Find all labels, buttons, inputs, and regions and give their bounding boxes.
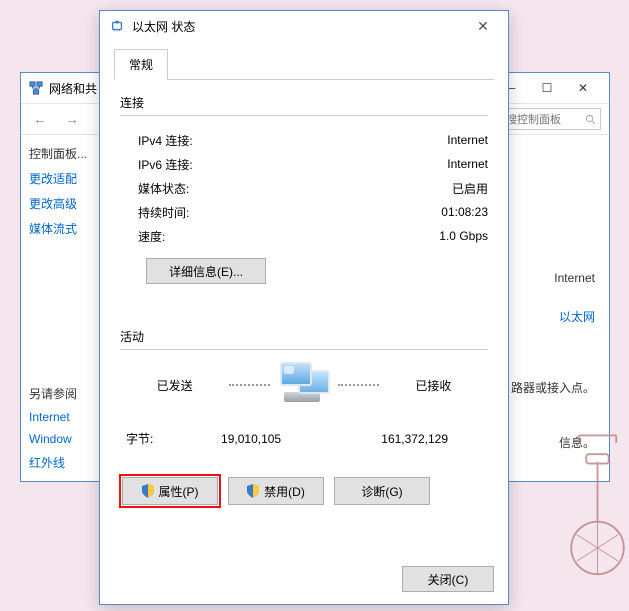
sidebar-change-adapter[interactable]: 更改适配 [29, 170, 102, 187]
bicycle-decoration [560, 421, 629, 581]
ipv6-label: IPv6 连接: [138, 156, 193, 173]
connection-section-label: 连接 [120, 94, 488, 111]
divider [120, 115, 488, 116]
ethernet-status-dialog: 以太网 状态 ✕ 常规 连接 IPv4 连接: Internet IPv6 连接… [99, 10, 509, 605]
close-button[interactable]: 关闭(C) [402, 566, 494, 592]
properties-button-label: 属性(P) [159, 483, 199, 500]
activity-line-left [229, 384, 269, 386]
media-row: 媒体状态: 已启用 [120, 176, 488, 200]
speed-label: 速度: [138, 228, 165, 245]
sidebar-media-streaming[interactable]: 媒体流式 [29, 220, 102, 237]
duration-row: 持续时间: 01:08:23 [120, 200, 488, 224]
ipv4-value: Internet [447, 133, 488, 147]
sidebar-internet-options[interactable]: Internet [29, 410, 102, 424]
media-label: 媒体状态: [138, 180, 189, 197]
nav-back-icon[interactable]: ← [33, 111, 47, 127]
received-label: 已接收 [385, 377, 482, 394]
disable-button[interactable]: 禁用(D) [228, 477, 324, 505]
duration-label: 持续时间: [138, 204, 189, 221]
network-icon [29, 81, 43, 95]
diagnose-button-label: 诊断(G) [361, 483, 402, 500]
sidebar-control-panel-home[interactable]: 控制面板... [29, 145, 102, 162]
sidebar-change-advanced[interactable]: 更改高级 [29, 195, 102, 212]
bg-search-placeholder: 搜控制面板 [506, 111, 561, 127]
bg-search-box[interactable]: 搜控制面板 [501, 108, 601, 130]
sent-label: 已发送 [126, 377, 223, 394]
sidebar-windows-firewall[interactable]: Window [29, 432, 102, 446]
properties-button[interactable]: 属性(P) [122, 477, 218, 505]
shield-icon [142, 484, 154, 498]
ipv4-label: IPv4 连接: [138, 132, 193, 149]
sidebar-see-also: 另请参阅 [29, 385, 102, 402]
bg-close-button[interactable]: ✕ [565, 76, 601, 100]
dlg-title-text: 以太网 状态 [132, 18, 195, 35]
shield-icon [247, 484, 259, 498]
bytes-sent-value: 19,010,105 [184, 432, 319, 446]
ipv6-row: IPv6 连接: Internet [120, 152, 488, 176]
bg-maximize-button[interactable]: ☐ [529, 76, 565, 100]
speed-value: 1.0 Gbps [439, 229, 488, 243]
disable-button-label: 禁用(D) [264, 483, 305, 500]
details-button[interactable]: 详细信息(E)... [146, 258, 266, 284]
ipv4-row: IPv4 连接: Internet [120, 128, 488, 152]
ethernet-icon [110, 19, 124, 33]
bytes-received-value: 161,372,129 [347, 432, 482, 446]
nav-forward-icon[interactable]: → [65, 111, 79, 127]
sidebar-infrared[interactable]: 红外线 [29, 454, 102, 471]
speed-row: 速度: 1.0 Gbps [120, 224, 488, 248]
activity-section-label: 活动 [120, 328, 488, 345]
search-icon [585, 114, 596, 125]
tab-general[interactable]: 常规 [114, 49, 168, 80]
activity-line-right [338, 384, 378, 386]
media-value: 已启用 [452, 180, 488, 197]
duration-value: 01:08:23 [441, 205, 488, 219]
diagnose-button[interactable]: 诊断(G) [334, 477, 430, 505]
bg-internet-label: Internet [554, 271, 595, 285]
bg-sidebar: 控制面板... 更改适配 更改高级 媒体流式 另请参阅 Internet Win… [21, 135, 111, 481]
ipv6-value: Internet [447, 157, 488, 171]
bg-window-title: 网络和共 [49, 80, 97, 97]
dlg-titlebar: 以太网 状态 ✕ [100, 11, 508, 41]
bg-ethernet-link[interactable]: 以太网 [559, 308, 595, 325]
divider [120, 349, 488, 350]
dlg-close-button[interactable]: ✕ [468, 14, 498, 38]
computer-activity-icon [276, 362, 332, 408]
bytes-label: 字节: [126, 430, 184, 447]
